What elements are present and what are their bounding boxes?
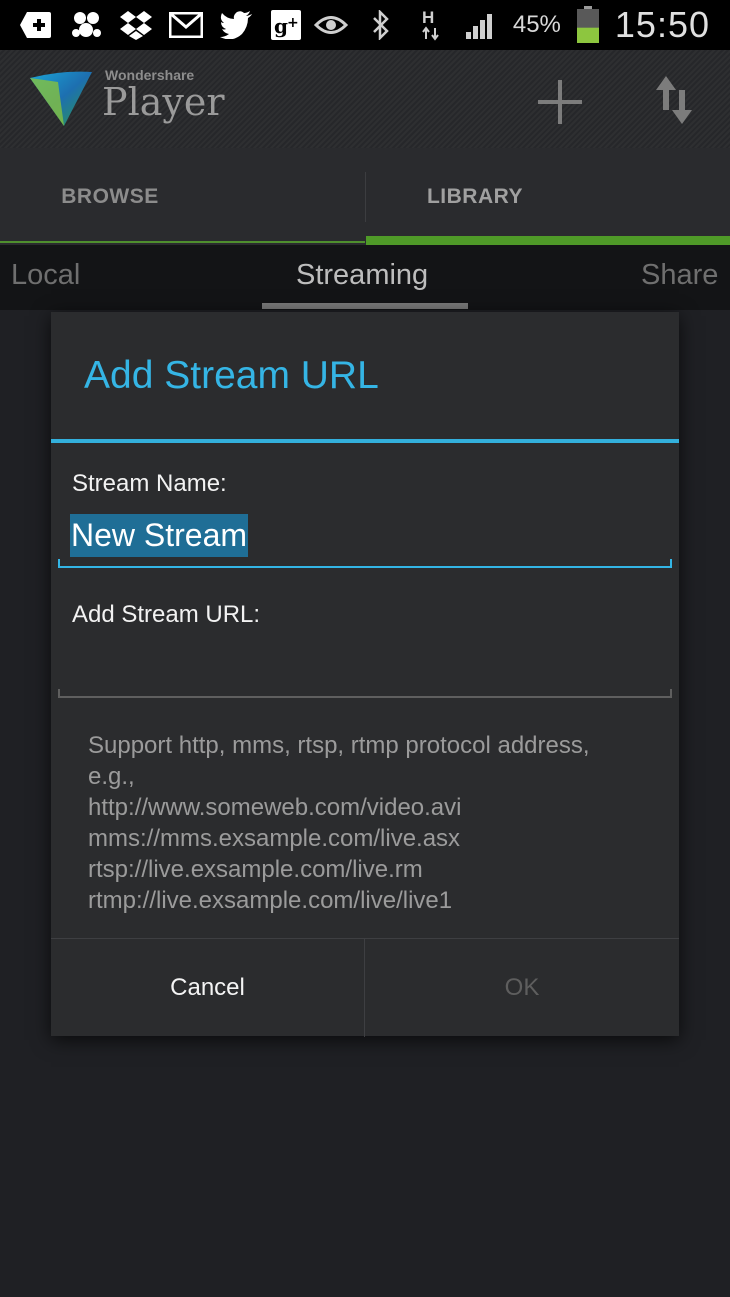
subtab-indicator bbox=[262, 303, 468, 309]
tab-underline bbox=[0, 241, 365, 243]
add-notification-icon bbox=[18, 7, 54, 43]
input-edge-left bbox=[58, 689, 60, 698]
app-action-bar: Wondershare Player bbox=[0, 50, 730, 148]
input-edge-left bbox=[58, 559, 60, 568]
add-icon[interactable] bbox=[532, 74, 588, 130]
input-edge-right bbox=[670, 689, 672, 698]
stream-name-value: New Stream bbox=[70, 514, 249, 557]
svg-text:g: g bbox=[274, 14, 288, 38]
status-bar: g + H 45% 15:50 bbox=[0, 0, 730, 50]
bubbles-icon bbox=[68, 7, 104, 43]
tab-library[interactable]: LIBRARY bbox=[366, 148, 584, 245]
help-line: rtsp://live.exsample.com/live.rm bbox=[88, 856, 423, 883]
subtab-local[interactable]: Local bbox=[11, 259, 80, 292]
sub-tabs: Local Streaming Share bbox=[0, 245, 730, 310]
dialog-title-divider bbox=[51, 439, 679, 443]
dropbox-icon bbox=[118, 7, 154, 43]
dialog-buttons: Cancel OK bbox=[51, 938, 679, 1037]
help-line: Support http, mms, rtsp, rtmp protocol a… bbox=[88, 732, 590, 759]
protocol-help-text: Support http, mms, rtsp, rtmp protocol a… bbox=[88, 730, 658, 916]
app-logo-icon bbox=[28, 68, 94, 128]
gmail-icon bbox=[168, 7, 204, 43]
main-tabs: BROWSE LIBRARY bbox=[0, 148, 730, 245]
help-line: mms://mms.exsample.com/live.asx bbox=[88, 825, 461, 852]
tab-browse[interactable]: BROWSE bbox=[0, 148, 220, 245]
svg-text:+: + bbox=[287, 15, 299, 31]
subtab-streaming[interactable]: Streaming bbox=[296, 259, 428, 292]
ok-button[interactable]: OK bbox=[365, 939, 679, 1037]
subtab-share[interactable]: Share bbox=[641, 259, 718, 292]
sort-icon[interactable] bbox=[650, 72, 700, 128]
stream-url-label: Add Stream URL: bbox=[72, 601, 261, 628]
brand-app-name: Player bbox=[102, 80, 225, 124]
battery-percent: 45% bbox=[512, 11, 561, 38]
svg-text:H: H bbox=[422, 8, 434, 27]
twitter-icon bbox=[218, 7, 254, 43]
signal-icon bbox=[463, 7, 499, 43]
hspa-data-icon: H bbox=[413, 7, 449, 43]
stream-url-input[interactable] bbox=[58, 640, 672, 698]
notification-icons: g + bbox=[18, 7, 304, 43]
eye-icon bbox=[313, 7, 349, 43]
input-edge-right bbox=[670, 559, 672, 568]
cancel-button[interactable]: Cancel bbox=[51, 939, 364, 1037]
bluetooth-icon bbox=[363, 7, 399, 43]
help-line: http://www.someweb.com/video.avi bbox=[88, 794, 462, 821]
clock: 15:50 bbox=[614, 4, 710, 45]
help-line: rtmp://live.exsample.com/live/live1 bbox=[88, 887, 453, 914]
stream-name-label: Stream Name: bbox=[72, 470, 227, 497]
stream-name-input[interactable]: New Stream bbox=[58, 510, 672, 568]
system-indicators: H 45% 15:50 bbox=[313, 4, 710, 45]
dialog-title: Add Stream URL bbox=[84, 354, 379, 397]
battery-icon bbox=[575, 6, 601, 43]
battery-fill bbox=[576, 27, 599, 43]
google-plus-icon: g + bbox=[268, 7, 304, 43]
tab-selected-indicator bbox=[366, 236, 730, 245]
add-stream-dialog: Add Stream URL Stream Name: New Stream A… bbox=[51, 312, 679, 1037]
help-line: e.g., bbox=[88, 763, 135, 790]
